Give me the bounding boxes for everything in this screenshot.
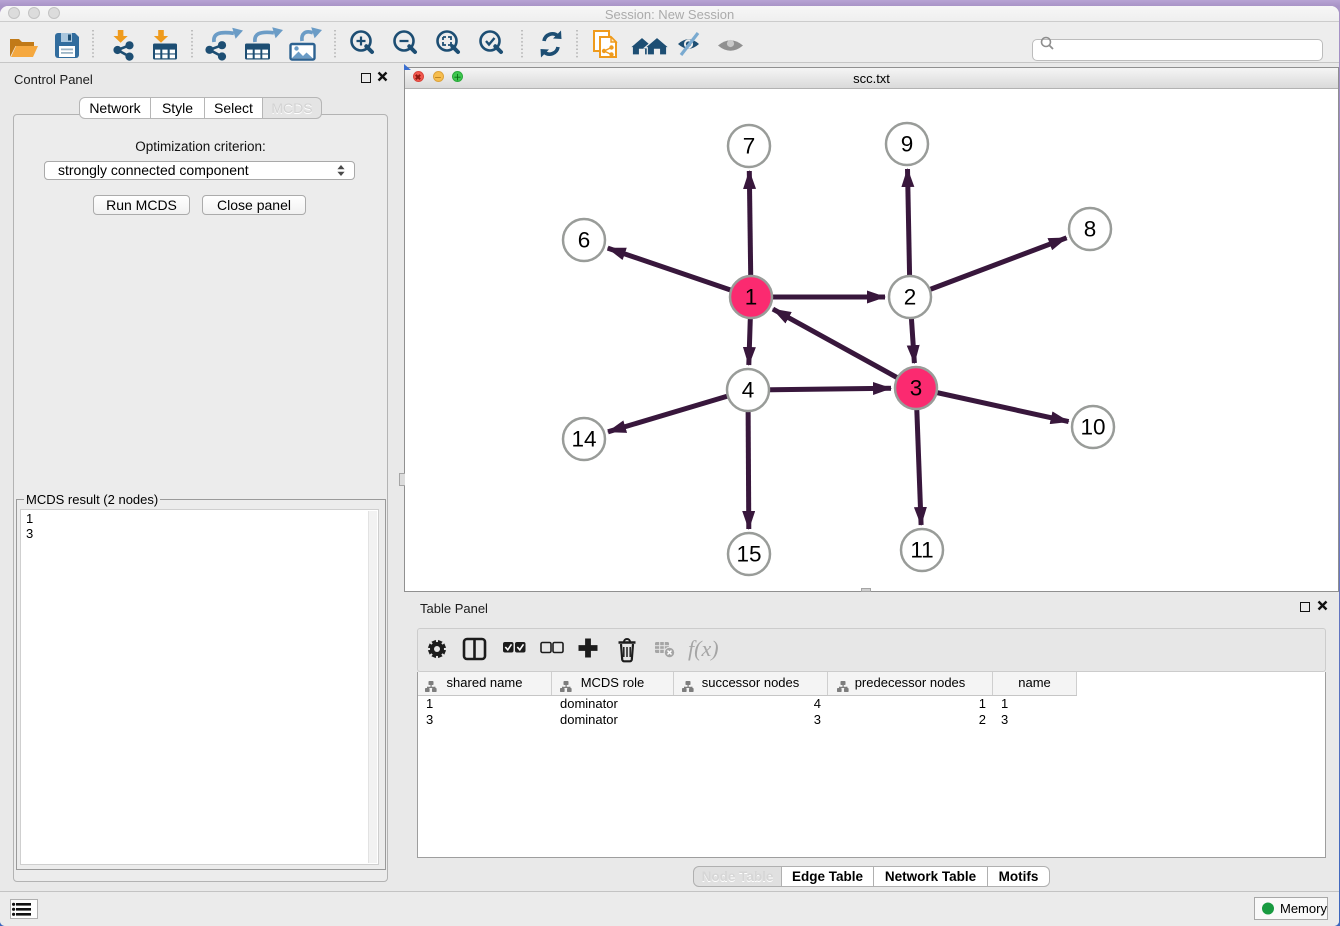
svg-text:8: 8 — [1084, 217, 1097, 242]
svg-text:1: 1 — [745, 285, 758, 310]
svg-text:2: 2 — [904, 285, 917, 310]
svg-text:11: 11 — [910, 538, 933, 563]
svg-text:6: 6 — [578, 228, 591, 253]
svg-text:Memory: Memory — [1280, 901, 1327, 916]
svg-text:f(x): f(x) — [688, 636, 719, 661]
svg-text:4: 4 — [742, 378, 755, 403]
svg-text:14: 14 — [571, 427, 596, 452]
svg-text:9: 9 — [901, 132, 914, 157]
svg-text:10: 10 — [1080, 415, 1105, 440]
svg-text:15: 15 — [736, 542, 761, 567]
svg-text:3: 3 — [910, 376, 923, 401]
svg-text:7: 7 — [743, 134, 756, 159]
